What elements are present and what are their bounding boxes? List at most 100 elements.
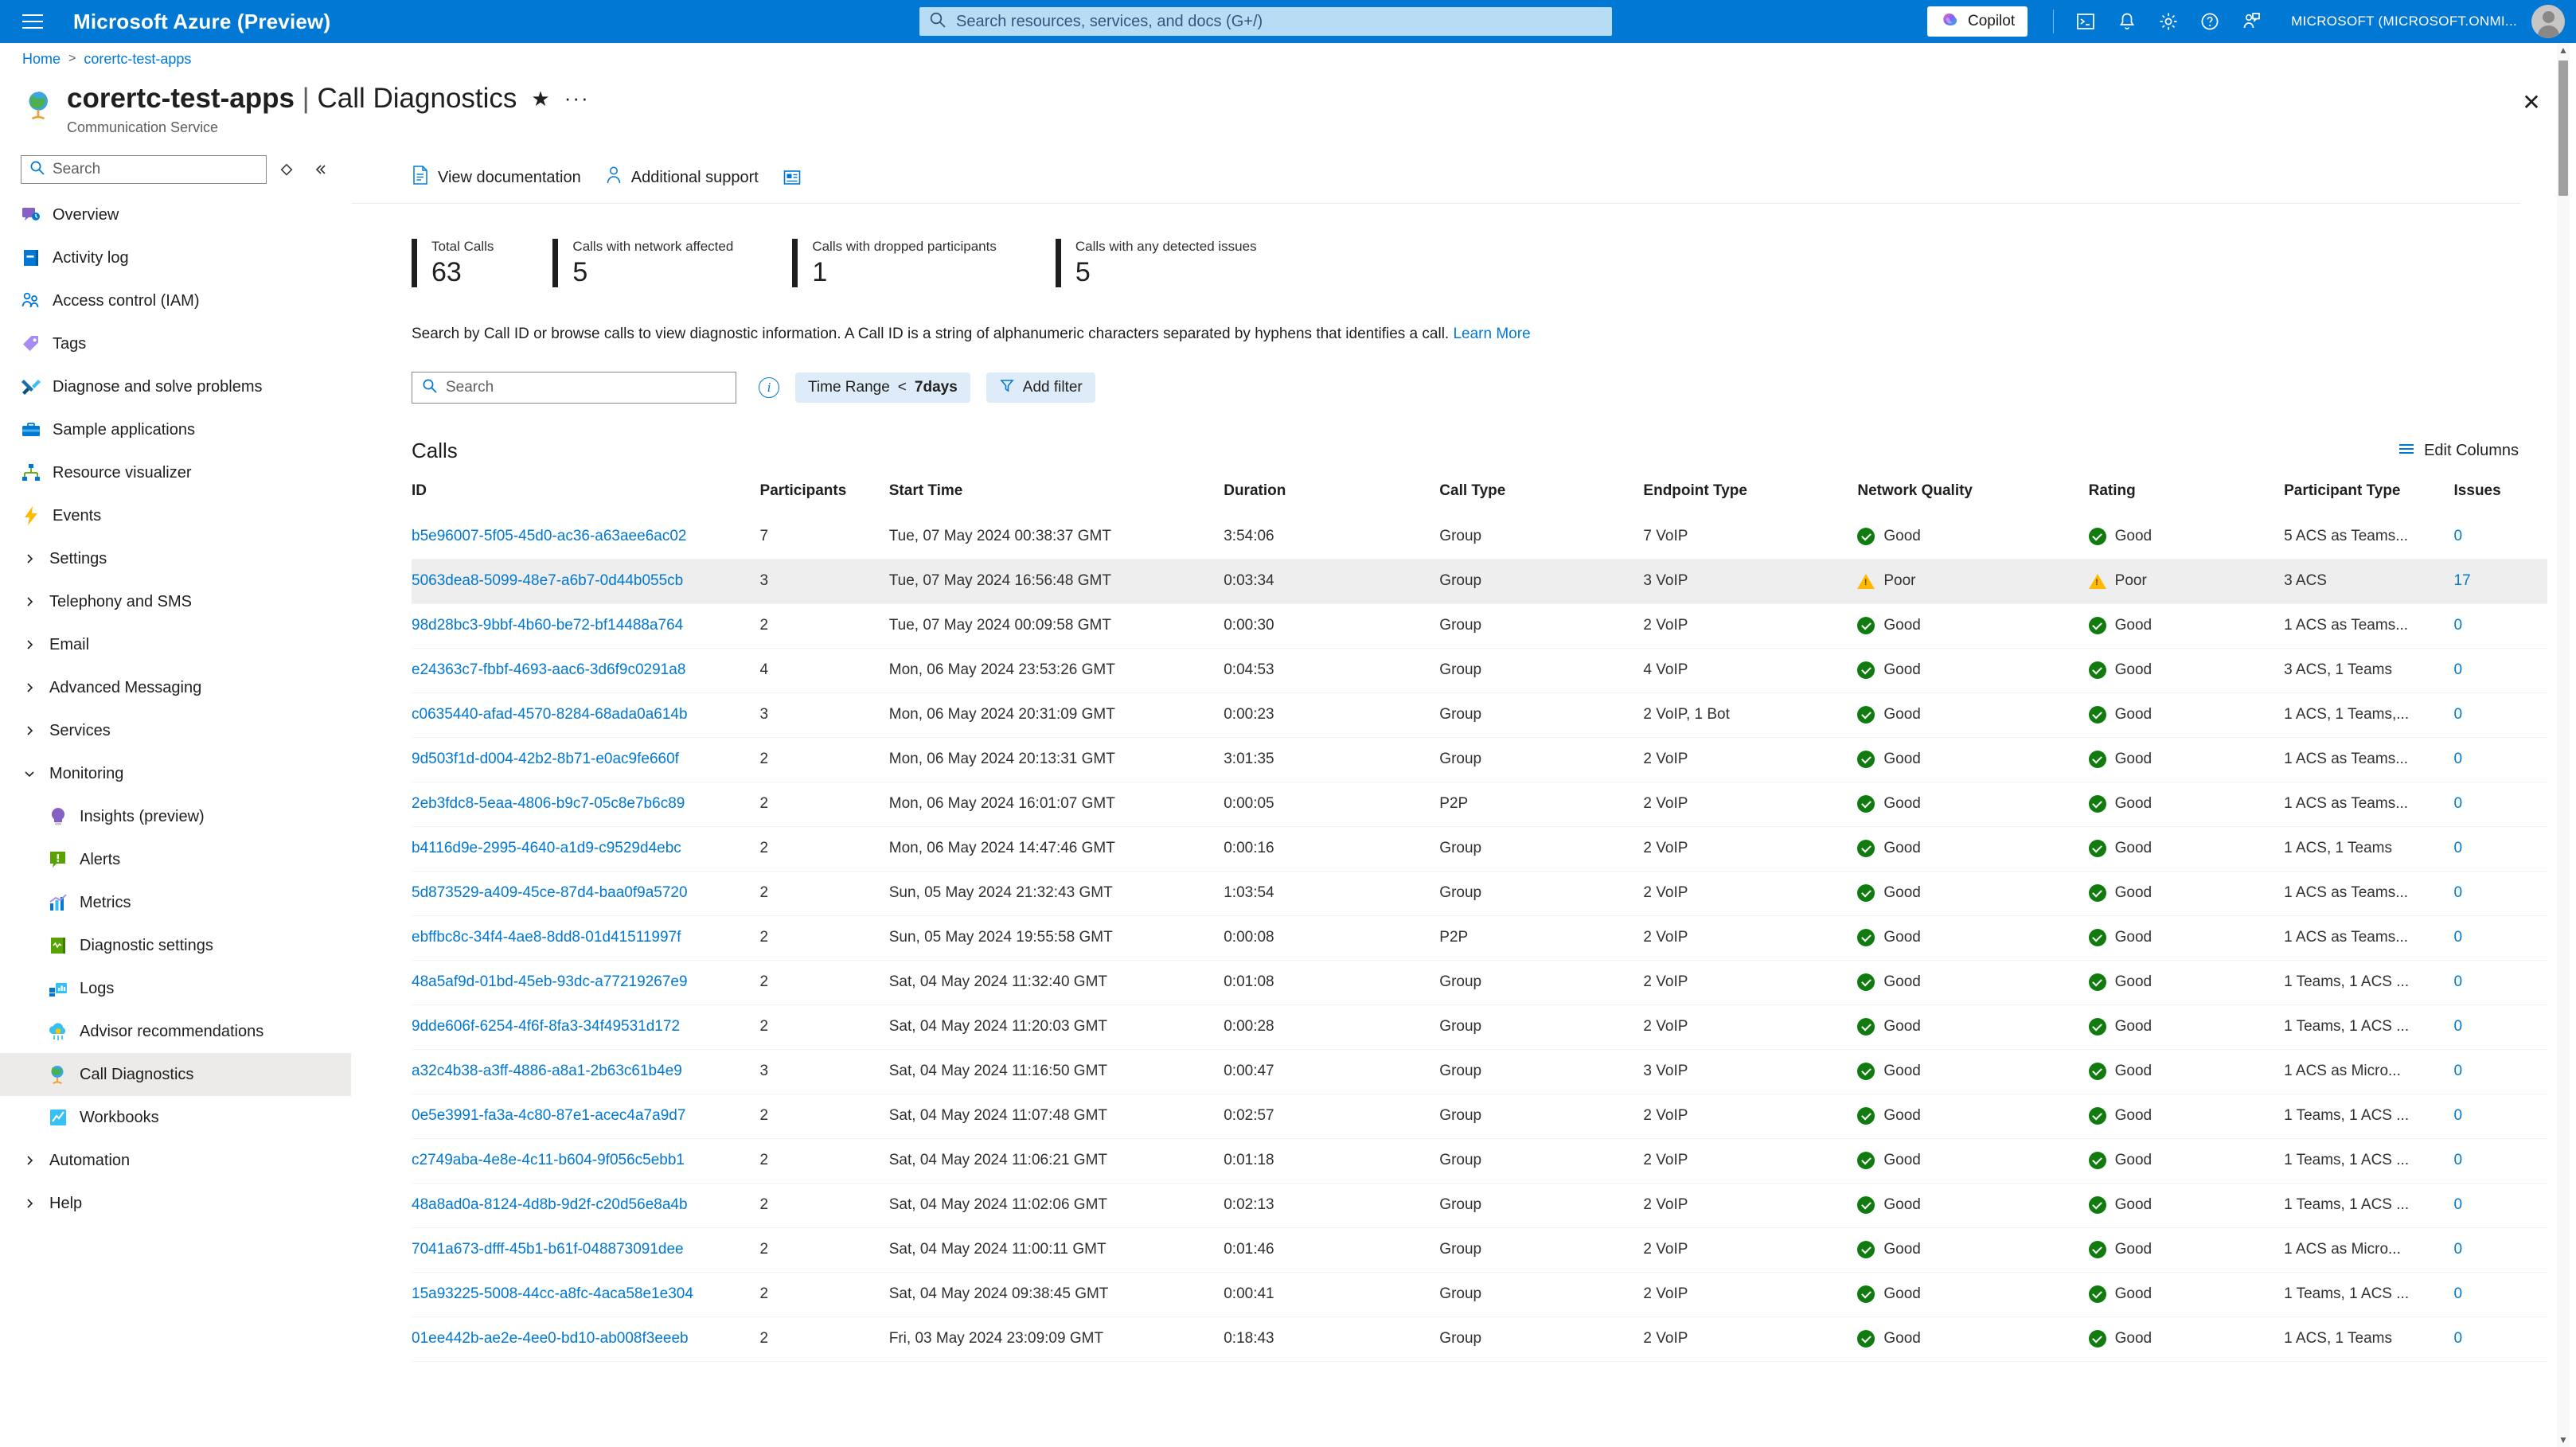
table-row[interactable]: 48a8ad0a-8124-4d8b-9d2f-c20d56e8a4b 2 Sat,… xyxy=(412,1183,2547,1228)
sidebar-item-metrics[interactable]: Metrics xyxy=(0,881,351,924)
cell-call-id[interactable]: c0635440-afad-4570-8284-68ada0a614b xyxy=(412,692,760,737)
feedback-smiley-icon[interactable] xyxy=(2231,0,2272,43)
help-question-icon[interactable] xyxy=(2189,0,2231,43)
cell-call-id[interactable]: 5063dea8-5099-48e7-a6b7-0d44b055cb xyxy=(412,559,760,603)
issues-link[interactable]: 0 xyxy=(2454,1330,2463,1347)
table-row[interactable]: ebffbc8c-34f4-4ae8-8dd8-01d41511997f 2 Sun… xyxy=(412,915,2547,961)
sidebar-item-help[interactable]: Help xyxy=(0,1182,351,1225)
cell-call-id[interactable]: 48a8ad0a-8124-4d8b-9d2f-c20d56e8a4b xyxy=(412,1183,760,1227)
cell-call-id[interactable]: 5d873529-a409-45ce-87d4-baa0f9a5720 xyxy=(412,871,760,915)
table-row[interactable]: e24363c7-fbbf-4693-aac6-3d6f9c0291a8 4 Mon… xyxy=(412,648,2547,693)
column-header-endpoint-type[interactable]: Endpoint Type xyxy=(1643,482,1857,514)
table-row[interactable]: 0e5e3991-fa3a-4c80-87e1-acec4a7a9d7 2 Sat,… xyxy=(412,1094,2547,1139)
more-options-icon[interactable]: ··· xyxy=(564,88,590,108)
sidebar-item-monitoring[interactable]: Monitoring xyxy=(0,752,351,795)
table-row[interactable]: 15a93225-5008-44cc-a8fc-4aca58e1e304 2 Sat… xyxy=(412,1272,2547,1317)
call-id-link[interactable]: 9dde606f-6254-4f6f-8fa3-34f49531d172 xyxy=(412,1018,752,1036)
sidebar-item-logs[interactable]: Logs xyxy=(0,967,351,1010)
call-id-link[interactable]: ebffbc8c-34f4-4ae8-8dd8-01d41511997f xyxy=(412,929,752,946)
table-row[interactable]: 9dde606f-6254-4f6f-8fa3-34f49531d172 2 Sat… xyxy=(412,1004,2547,1050)
call-id-link[interactable]: 98d28bc3-9bbf-4b60-be72-bf14488a764 xyxy=(412,617,752,634)
table-row[interactable]: 01ee442b-ae2e-4ee0-bd10-ab008f3eeeb 2 Fri,… xyxy=(412,1316,2547,1362)
column-header-issues[interactable]: Issues xyxy=(2454,482,2547,514)
sidebar-item-advisor-recommendations[interactable]: Advisor recommendations xyxy=(0,1010,351,1053)
issues-link[interactable]: 0 xyxy=(2454,1196,2463,1213)
pin-diamond-icon[interactable] xyxy=(273,156,300,183)
call-id-link[interactable]: 48a5af9d-01bd-45eb-93dc-a77219267e9 xyxy=(412,973,752,991)
add-filter-button[interactable]: Add filter xyxy=(986,372,1095,404)
page-vertical-scrollbar[interactable]: ▲ ▼ xyxy=(2557,43,2570,1447)
sidebar-item-overview[interactable]: Overview xyxy=(0,193,351,236)
user-avatar[interactable] xyxy=(2531,5,2565,38)
close-blade-button[interactable]: ✕ xyxy=(2517,88,2546,116)
cell-call-id[interactable]: e24363c7-fbbf-4693-aac6-3d6f9c0291a8 xyxy=(412,648,760,692)
cell-issues[interactable]: 0 xyxy=(2454,960,2547,1004)
call-id-link[interactable]: b5e96007-5f05-45d0-ac36-a63aee6ac02 xyxy=(412,528,752,545)
call-id-link[interactable]: e24363c7-fbbf-4693-aac6-3d6f9c0291a8 xyxy=(412,661,752,679)
edit-columns-button[interactable]: Edit Columns xyxy=(2398,441,2519,462)
menu-hamburger-icon[interactable] xyxy=(11,0,54,43)
cell-issues[interactable]: 0 xyxy=(2454,1183,2547,1227)
column-header-network-quality[interactable]: Network Quality xyxy=(1857,482,2088,514)
column-header-start-time[interactable]: Start Time xyxy=(889,482,1224,514)
cell-call-id[interactable]: 7041a673-dfff-45b1-b61f-048873091dee xyxy=(412,1227,760,1272)
issues-link[interactable]: 0 xyxy=(2454,706,2463,723)
cell-call-id[interactable]: 48a5af9d-01bd-45eb-93dc-a77219267e9 xyxy=(412,960,760,1004)
tenant-label[interactable]: MICROSOFT (MICROSOFT.ONMI... xyxy=(2291,14,2517,29)
settings-gear-icon[interactable] xyxy=(2148,0,2189,43)
cell-call-id[interactable]: 9dde606f-6254-4f6f-8fa3-34f49531d172 xyxy=(412,1004,760,1049)
cell-call-id[interactable]: 15a93225-5008-44cc-a8fc-4aca58e1e304 xyxy=(412,1272,760,1316)
additional-support-button[interactable]: Additional support xyxy=(605,166,759,189)
table-row[interactable]: c2749aba-4e8e-4c11-b604-9f056c5ebb1 2 Sat,… xyxy=(412,1138,2547,1184)
report-card-icon[interactable] xyxy=(783,168,802,187)
sidebar-item-sample-applications[interactable]: Sample applications xyxy=(0,408,351,451)
sidebar-search-box[interactable] xyxy=(21,155,267,184)
call-id-link[interactable]: c2749aba-4e8e-4c11-b604-9f056c5ebb1 xyxy=(412,1152,752,1169)
cell-call-id[interactable]: a32c4b38-a3ff-4886-a8a1-2b63c61b4e9 xyxy=(412,1049,760,1094)
table-row[interactable]: c0635440-afad-4570-8284-68ada0a614b 3 Mon,… xyxy=(412,692,2547,738)
collapse-menu-icon[interactable] xyxy=(306,156,334,183)
page-scrollbar-thumb[interactable] xyxy=(2558,60,2568,196)
sidebar-search-input[interactable] xyxy=(53,161,258,178)
issues-link[interactable]: 0 xyxy=(2454,795,2463,812)
call-id-link[interactable]: a32c4b38-a3ff-4886-a8a1-2b63c61b4e9 xyxy=(412,1063,752,1080)
sidebar-item-advanced-messaging[interactable]: Advanced Messaging xyxy=(0,666,351,709)
issues-link[interactable]: 0 xyxy=(2454,1018,2463,1035)
sidebar-item-call-diagnostics[interactable]: Call Diagnostics xyxy=(0,1053,351,1096)
sidebar-item-telephony-and-sms[interactable]: Telephony and SMS xyxy=(0,580,351,623)
sidebar-item-tags[interactable]: Tags xyxy=(0,322,351,365)
calls-search-box[interactable] xyxy=(412,372,736,404)
cell-issues[interactable]: 0 xyxy=(2454,603,2547,648)
cell-issues[interactable]: 0 xyxy=(2454,1094,2547,1138)
page-scroll-up-arrow-icon[interactable]: ▲ xyxy=(2557,43,2570,57)
column-header-participants[interactable]: Participants xyxy=(760,482,889,514)
notifications-bell-icon[interactable] xyxy=(2106,0,2148,43)
sidebar-item-workbooks[interactable]: Workbooks xyxy=(0,1096,351,1139)
sidebar-item-insights-preview[interactable]: Insights (preview) xyxy=(0,795,351,838)
cell-issues[interactable]: 0 xyxy=(2454,648,2547,692)
info-icon[interactable]: i xyxy=(759,377,779,399)
table-row[interactable]: 2eb3fdc8-5eaa-4806-b9c7-05c8e7b6c89 2 Mon,… xyxy=(412,782,2547,827)
call-id-link[interactable]: 5063dea8-5099-48e7-a6b7-0d44b055cb xyxy=(412,572,752,590)
cell-call-id[interactable]: 01ee442b-ae2e-4ee0-bd10-ab008f3eeeb xyxy=(412,1316,760,1361)
table-row[interactable]: 9d503f1d-d004-42b2-8b71-e0ac9fe660f 2 Mon,… xyxy=(412,737,2547,782)
global-search-box[interactable] xyxy=(919,7,1612,36)
issues-link[interactable]: 0 xyxy=(2454,661,2463,678)
call-id-link[interactable]: c0635440-afad-4570-8284-68ada0a614b xyxy=(412,706,752,724)
issues-link[interactable]: 0 xyxy=(2454,1152,2463,1168)
column-header-id[interactable]: ID xyxy=(412,482,760,514)
column-header-rating[interactable]: Rating xyxy=(2089,482,2284,514)
global-search-input[interactable] xyxy=(956,12,1602,31)
azure-brand-title[interactable]: Microsoft Azure (Preview) xyxy=(73,10,330,34)
issues-link[interactable]: 0 xyxy=(2454,528,2463,544)
cell-call-id[interactable]: 9d503f1d-d004-42b2-8b71-e0ac9fe660f xyxy=(412,737,760,782)
issues-link[interactable]: 0 xyxy=(2454,884,2463,901)
call-id-link[interactable]: 5d873529-a409-45ce-87d4-baa0f9a5720 xyxy=(412,884,752,902)
issues-link[interactable]: 0 xyxy=(2454,973,2463,990)
column-header-call-type[interactable]: Call Type xyxy=(1439,482,1643,514)
sidebar-item-settings[interactable]: Settings xyxy=(0,537,351,580)
column-header-participant-type[interactable]: Participant Type xyxy=(2284,482,2453,514)
table-row[interactable]: a32c4b38-a3ff-4886-a8a1-2b63c61b4e9 3 Sat,… xyxy=(412,1049,2547,1094)
call-id-link[interactable]: 01ee442b-ae2e-4ee0-bd10-ab008f3eeeb xyxy=(412,1330,752,1348)
breadcrumb-current[interactable]: corertc-test-apps xyxy=(84,51,191,68)
